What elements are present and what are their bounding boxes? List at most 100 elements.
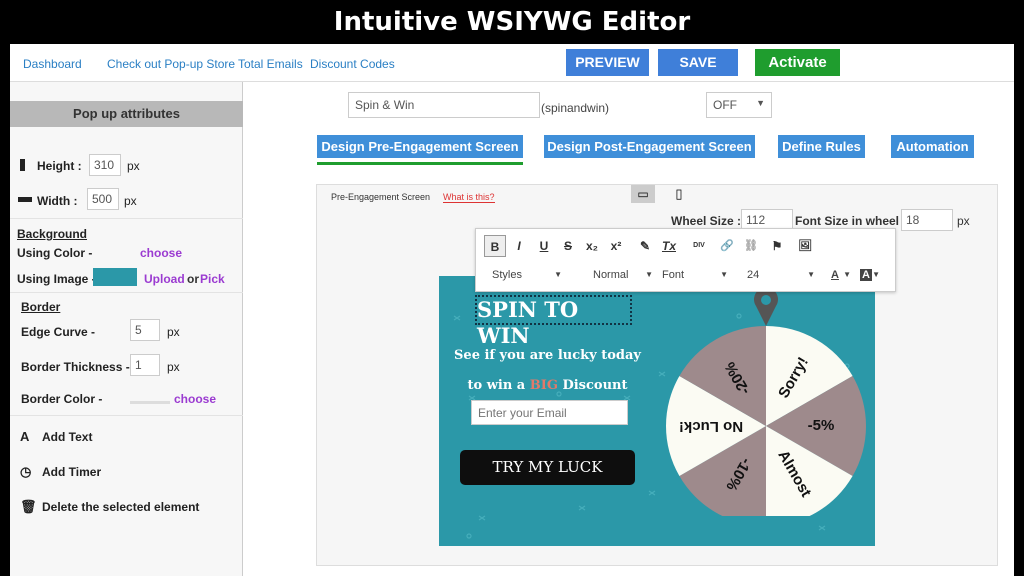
popup-line1: See if you are lucky today	[454, 348, 641, 363]
chevron-down-icon: ▼	[756, 98, 765, 108]
divider	[10, 415, 243, 416]
tab-define-rules[interactable]: Define Rules	[778, 135, 865, 158]
choose-border-color-link[interactable]: choose	[174, 392, 216, 406]
width-icon	[18, 197, 32, 202]
height-unit: px	[127, 159, 140, 173]
div-button[interactable]: DIV	[688, 235, 710, 257]
chevron-down-icon: ▼	[554, 270, 562, 279]
brush-icon[interactable]: ✎	[634, 235, 656, 257]
upload-link[interactable]: Upload	[144, 272, 185, 286]
font-size-unit: px	[957, 214, 970, 228]
chevron-down-icon: ▼	[872, 270, 880, 279]
border-heading: Border	[21, 300, 61, 314]
nav-popup-store[interactable]: Check out Pop-up Store	[107, 57, 235, 71]
edge-curve-unit: px	[167, 325, 180, 339]
add-text-label: Add Text	[42, 430, 93, 444]
format-label: Normal	[593, 269, 629, 281]
wheel-size-label: Wheel Size :	[671, 214, 742, 228]
width-input[interactable]	[87, 188, 119, 210]
unlink-icon[interactable]: ⛓	[740, 235, 762, 257]
popup-line2-post: Discount	[562, 378, 628, 393]
link-icon[interactable]: 🔗	[716, 235, 738, 257]
divider	[10, 218, 243, 219]
wheel-pointer-icon	[754, 287, 778, 326]
nav-discount-codes[interactable]: Discount Codes	[310, 57, 395, 71]
clear-format-button[interactable]: Tx	[658, 235, 680, 257]
pick-link[interactable]: Pick	[200, 272, 225, 286]
activate-button[interactable]: Activate	[755, 49, 840, 76]
banner-title: Intuitive WSIYWG Editor	[0, 0, 1024, 44]
save-button[interactable]: SAVE	[658, 49, 738, 76]
chevron-down-icon: ▼	[807, 270, 815, 279]
chevron-down-icon: ▼	[843, 270, 851, 279]
bg-color-button[interactable]: A ▼	[860, 265, 880, 285]
border-thickness-unit: px	[167, 360, 180, 374]
mobile-view-icon[interactable]: ▯	[672, 185, 686, 203]
width-unit: px	[124, 194, 137, 208]
styles-label: Styles	[492, 269, 522, 281]
border-thickness-label: Border Thickness -	[21, 360, 130, 374]
chevron-down-icon: ▼	[645, 270, 653, 279]
edge-curve-input[interactable]	[130, 319, 160, 341]
nav-total-emails[interactable]: Total Emails	[238, 57, 303, 71]
font-label: Font	[662, 269, 685, 281]
nav-dashboard[interactable]: Dashboard	[23, 57, 82, 71]
clock-icon: ◷	[20, 464, 32, 479]
text-icon: A	[20, 429, 30, 444]
editor-app: Dashboard Check out Pop-up Store Total E…	[10, 44, 1014, 576]
using-color-label: Using Color -	[17, 246, 93, 260]
italic-button[interactable]: I	[508, 235, 530, 257]
tab-automation[interactable]: Automation	[891, 135, 974, 158]
email-input[interactable]	[471, 400, 628, 425]
panel-heading: Pop up attributes	[10, 101, 243, 127]
tab-pre-engagement[interactable]: Design Pre-Engagement Screen	[317, 135, 523, 158]
chevron-down-icon: ▼	[720, 270, 728, 279]
add-timer-label: Add Timer	[42, 465, 102, 479]
status-select[interactable]: OFF ▼	[706, 92, 772, 118]
divider	[10, 292, 243, 293]
image-icon[interactable]: 🖼	[794, 235, 816, 257]
choose-color-link[interactable]: choose	[140, 246, 182, 260]
delete-label: Delete the selected element	[42, 500, 200, 514]
underline-button[interactable]: U	[533, 235, 555, 257]
font-size-input[interactable]	[901, 209, 953, 231]
attributes-panel: Pop up attributes Height : px Width : px…	[10, 82, 243, 576]
superscript-button[interactable]: x²	[605, 235, 627, 257]
popup-preview[interactable]: SPIN TO WIN See if you are lucky today t…	[439, 276, 875, 546]
popup-title[interactable]: SPIN TO WIN	[475, 295, 632, 348]
size-dropdown[interactable]: 24 ▼	[747, 265, 815, 285]
what-is-this-link[interactable]: What is this?	[443, 192, 495, 203]
status-value: OFF	[713, 98, 737, 112]
height-label: Height :	[37, 159, 82, 173]
flag-icon[interactable]: ⚑	[766, 235, 788, 257]
popup-line2-pre: to win a	[467, 378, 526, 393]
popup-slug: (spinandwin)	[541, 101, 610, 115]
border-thickness-input[interactable]	[130, 354, 160, 376]
add-timer-button[interactable]: ◷ Add Timer	[20, 464, 101, 480]
format-dropdown[interactable]: Normal ▼	[593, 265, 653, 285]
strikethrough-button[interactable]: S	[557, 235, 579, 257]
tab-post-engagement[interactable]: Design Post-Engagement Screen	[544, 135, 755, 158]
subscript-button[interactable]: x₂	[581, 235, 603, 257]
trash-icon: 🗑	[20, 499, 37, 514]
text-color-button[interactable]: A ▼	[831, 265, 851, 285]
wheel-label: -5%	[808, 417, 835, 434]
using-image-label: Using Image -	[17, 272, 96, 286]
desktop-view-icon[interactable]: ▭	[631, 185, 655, 203]
popup-name-input[interactable]	[348, 92, 540, 118]
height-input[interactable]	[89, 154, 121, 176]
popup-line2: to win a BIG Discount	[439, 378, 656, 393]
wheel-label: No Luck!	[679, 418, 743, 435]
styles-dropdown[interactable]: Styles ▼	[492, 265, 562, 285]
add-text-button[interactable]: A Add Text	[20, 429, 92, 444]
delete-element-button[interactable]: 🗑 Delete the selected element	[20, 499, 199, 515]
try-my-luck-button[interactable]: TRY MY LUCK	[460, 450, 635, 485]
preview-button[interactable]: PREVIEW	[566, 49, 649, 76]
bold-button[interactable]: B	[484, 235, 506, 257]
background-heading: Background	[17, 227, 88, 241]
border-color-swatch	[130, 401, 170, 404]
font-dropdown[interactable]: Font ▼	[662, 265, 728, 285]
border-color-label: Border Color -	[21, 392, 103, 406]
height-icon	[20, 159, 25, 171]
popup-big-word: BIG	[529, 378, 558, 393]
